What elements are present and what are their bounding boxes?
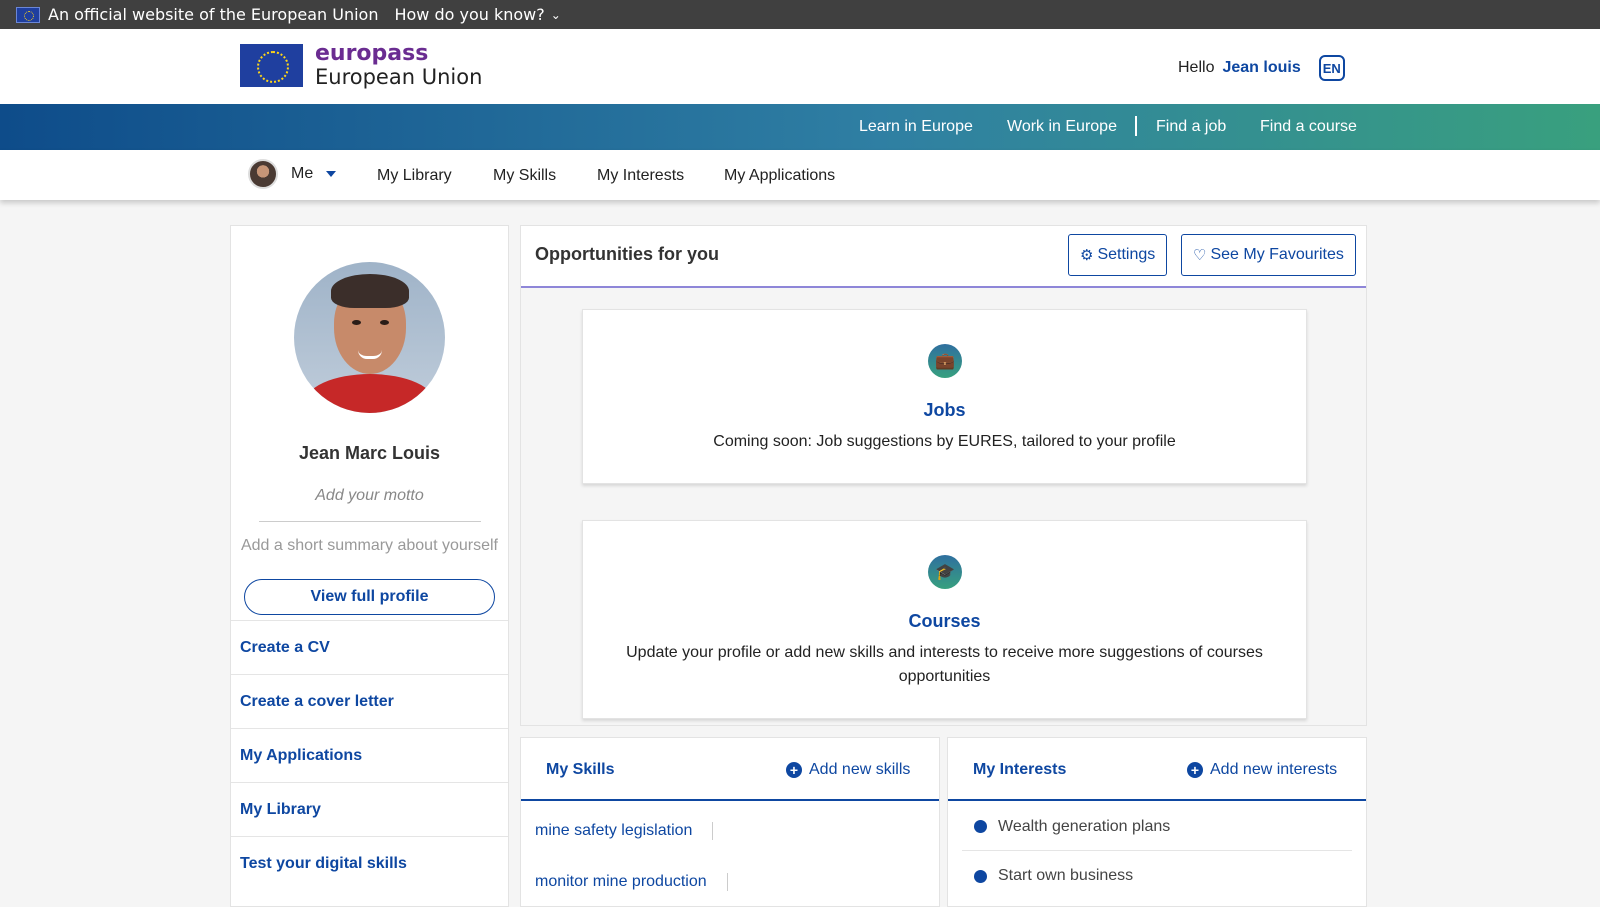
my-library-link[interactable]: My Library: [231, 782, 508, 836]
skills-header: My Skills + Add new skills: [521, 738, 939, 801]
nav-work-in-europe[interactable]: Work in Europe: [1007, 118, 1117, 136]
nav-find-a-course[interactable]: Find a course: [1260, 118, 1357, 136]
how-do-you-know-label: How do you know?: [394, 5, 545, 24]
plus-circle-icon: +: [786, 762, 802, 778]
add-interests-label: Add new interests: [1210, 761, 1338, 778]
interest-item[interactable]: Start own business: [962, 852, 1352, 900]
add-skills-label: Add new skills: [809, 761, 911, 778]
official-eu-bar: An official website of the European Unio…: [0, 0, 1600, 29]
create-cv-link[interactable]: Create a CV: [231, 620, 508, 674]
courses-title: Courses: [908, 611, 981, 631]
interests-header: My Interests + Add new interests: [948, 738, 1366, 801]
logo-brand: europass: [315, 41, 429, 66]
jobs-description: Coming soon: Job suggestions by EURES, t…: [713, 433, 1176, 450]
opportunities-header: Opportunities for you ⚙ Settings ♡ See M…: [521, 226, 1366, 288]
skill-item[interactable]: monitor mine production: [535, 873, 728, 891]
interest-item[interactable]: Wealth generation plans: [962, 803, 1352, 851]
language-selector[interactable]: EN: [1318, 55, 1345, 81]
avatar: [248, 159, 278, 189]
jobs-title: Jobs: [923, 400, 966, 420]
interests-title: My Interests: [973, 761, 1067, 778]
heart-icon: ♡: [1193, 247, 1207, 264]
main-nav: Learn in Europe Work in Europe Find a jo…: [0, 104, 1600, 150]
jobs-card: 💼 Jobs Coming soon: Job suggestions by E…: [582, 309, 1307, 484]
bullet-icon: [974, 820, 987, 833]
me-menu[interactable]: Me: [248, 159, 337, 189]
divider: [259, 521, 481, 522]
how-do-you-know-toggle[interactable]: How do you know? ⌄: [394, 5, 560, 24]
add-new-interests-button[interactable]: + Add new interests: [1187, 761, 1337, 779]
briefcase-icon: 💼: [928, 344, 962, 378]
caret-down-icon: [326, 171, 337, 177]
opportunities-title: Opportunities for you: [535, 244, 719, 264]
profile-name: Jean Marc Louis: [298, 443, 441, 463]
user-greeting: Hello Jean louis EN: [1178, 55, 1345, 81]
hello-label: Hello: [1178, 59, 1215, 76]
my-interests-panel: My Interests + Add new interests Wealth …: [947, 737, 1367, 907]
test-digital-skills-link[interactable]: Test your digital skills: [231, 836, 508, 890]
europass-logo[interactable]: europass European Union: [240, 43, 482, 88]
nav-separator: [1135, 116, 1137, 136]
plus-circle-icon: +: [1187, 762, 1203, 778]
official-text: An official website of the European Unio…: [48, 5, 379, 24]
sub-nav: Me My Library My Skills My Interests My …: [0, 150, 1600, 200]
opportunities-panel: Opportunities for you ⚙ Settings ♡ See M…: [520, 225, 1367, 726]
skill-item[interactable]: mine safety legislation: [535, 822, 714, 840]
skills-title: My Skills: [546, 761, 615, 778]
my-skills-panel: My Skills + Add new skills mine safety l…: [520, 737, 940, 907]
subnav-my-library[interactable]: My Library: [377, 167, 452, 185]
skill-label: monitor mine production: [535, 873, 707, 890]
bullet-icon: [974, 869, 987, 883]
interest-label: Wealth generation plans: [998, 817, 1171, 835]
graduation-cap-icon: 🎓: [928, 555, 962, 589]
profile-card: Jean Marc Louis Add your motto Add a sho…: [230, 225, 509, 907]
courses-card: 🎓 Courses Update your profile or add new…: [582, 520, 1307, 719]
skill-separator: [726, 873, 728, 891]
subnav-my-applications[interactable]: My Applications: [724, 167, 835, 185]
create-cover-letter-link[interactable]: Create a cover letter: [231, 674, 508, 728]
my-applications-link[interactable]: My Applications: [231, 728, 508, 782]
chevron-down-icon: ⌄: [550, 7, 561, 22]
subnav-my-skills[interactable]: My Skills: [493, 167, 556, 185]
subnav-my-interests[interactable]: My Interests: [597, 167, 684, 185]
add-new-skills-button[interactable]: + Add new skills: [786, 761, 910, 779]
settings-label: Settings: [1097, 246, 1156, 263]
site-header: europass European Union Hello Jean louis…: [0, 29, 1600, 104]
skill-label: mine safety legislation: [535, 822, 693, 839]
me-label: Me: [291, 165, 314, 182]
interest-label: Start own business: [998, 867, 1134, 884]
courses-description: Update your profile or add new skills an…: [626, 644, 1263, 685]
see-favourites-button[interactable]: ♡ See My Favourites: [1181, 234, 1356, 276]
favourites-label: See My Favourites: [1210, 246, 1344, 263]
view-full-profile-button[interactable]: View full profile: [244, 579, 495, 615]
profile-photo: [294, 262, 445, 413]
logo-org: European Union: [315, 65, 483, 89]
motto-input[interactable]: Add your motto: [231, 487, 508, 505]
skill-separator: [712, 822, 714, 840]
eu-flag-icon: [240, 44, 303, 87]
nav-learn-in-europe[interactable]: Learn in Europe: [859, 118, 973, 136]
settings-button[interactable]: ⚙ Settings: [1068, 234, 1168, 276]
summary-input[interactable]: Add a short summary about yourself: [231, 537, 508, 555]
eu-flag-icon: [16, 6, 40, 23]
user-name-link[interactable]: Jean louis: [1222, 59, 1300, 77]
nav-find-a-job[interactable]: Find a job: [1156, 118, 1226, 136]
gear-icon: ⚙: [1080, 247, 1094, 264]
